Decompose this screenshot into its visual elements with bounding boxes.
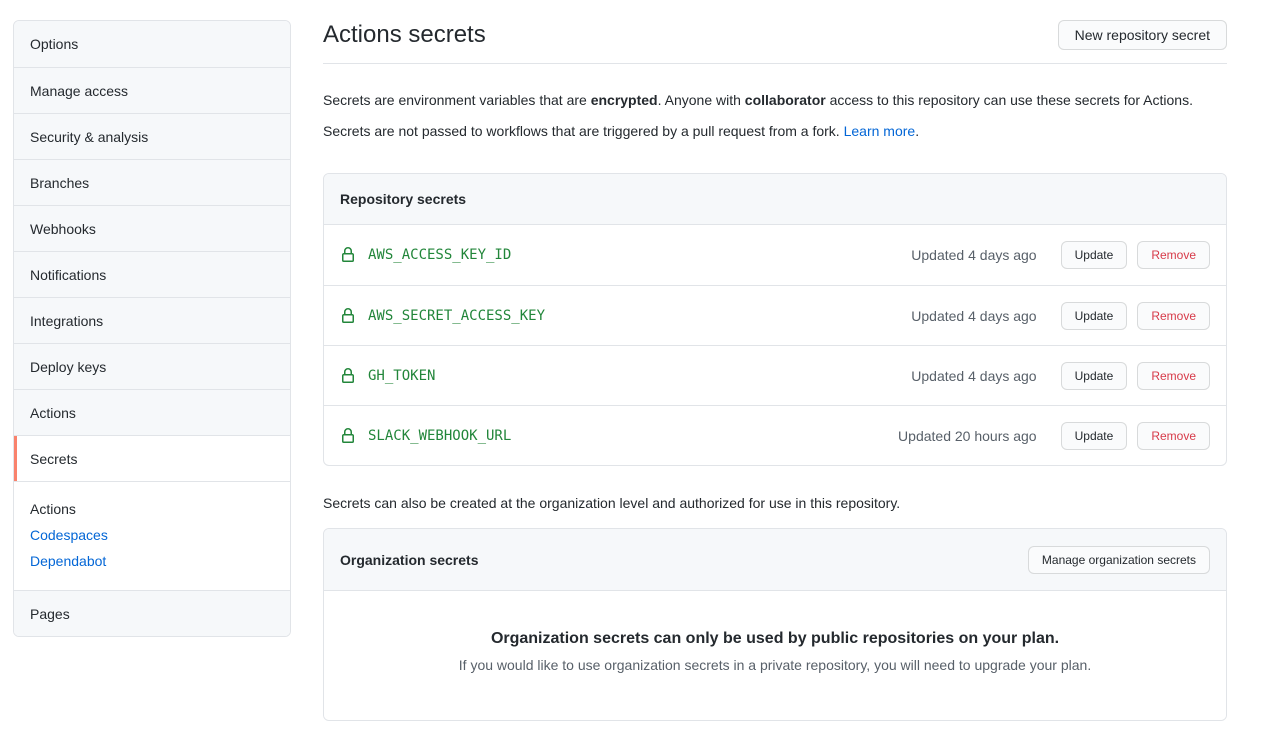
settings-sidebar: OptionsManage accessSecurity & analysisB… [13,20,291,637]
organization-secrets-empty-state: Organization secrets can only be used by… [324,591,1226,720]
sidebar-item-branches[interactable]: Branches [14,159,290,205]
remove-secret-button[interactable]: Remove [1137,241,1210,269]
update-secret-button[interactable]: Update [1061,241,1128,269]
sidebar-item-integrations[interactable]: Integrations [14,297,290,343]
sidebar-subnav-item-codespaces[interactable]: Codespaces [14,522,290,548]
remove-secret-button[interactable]: Remove [1137,302,1210,330]
update-secret-button[interactable]: Update [1061,362,1128,390]
sidebar-subnav: ActionsCodespacesDependabot [14,481,290,590]
manage-organization-secrets-button[interactable]: Manage organization secrets [1028,546,1210,574]
learn-more-link[interactable]: Learn more [844,123,916,139]
sidebar-subnav-item-dependabot[interactable]: Dependabot [14,548,290,574]
repository-secrets-box: Repository secrets AWS_ACCESS_KEY_ID Upd… [323,173,1227,466]
organization-note: Secrets can also be created at the organ… [323,495,1227,511]
sidebar-item-webhooks[interactable]: Webhooks [14,205,290,251]
lock-icon [340,308,356,324]
organization-secrets-box: Organization secrets Manage organization… [323,528,1227,721]
repository-secrets-header: Repository secrets [324,174,1226,225]
sidebar-item-pages[interactable]: Pages [14,590,290,636]
lock-icon [340,368,356,384]
sidebar-item-actions[interactable]: Actions [14,389,290,435]
secret-row-actions: Updated 4 days ago Update Remove [911,362,1210,390]
actions-secrets-panel: Actions secrets New repository secret Se… [323,20,1227,721]
sidebar-item-deploy-keys[interactable]: Deploy keys [14,343,290,389]
secret-row-actions: Updated 4 days ago Update Remove [911,302,1210,330]
page-title: Actions secrets [323,21,486,49]
secret-row-actions: Updated 4 days ago Update Remove [911,241,1210,269]
update-secret-button[interactable]: Update [1061,302,1128,330]
remove-secret-button[interactable]: Remove [1137,422,1210,450]
sidebar-subnav-item-actions[interactable]: Actions [14,496,290,522]
repository-secrets-list: AWS_ACCESS_KEY_ID Updated 4 days ago Upd… [324,225,1226,465]
sidebar-item-secrets[interactable]: Secrets [14,435,290,481]
secret-row: AWS_ACCESS_KEY_ID Updated 4 days ago Upd… [324,225,1226,285]
secret-updated-timestamp: Updated 4 days ago [911,308,1036,324]
secret-row: SLACK_WEBHOOK_URL Updated 20 hours ago U… [324,405,1226,465]
secret-row: AWS_SECRET_ACCESS_KEY Updated 4 days ago… [324,285,1226,345]
secret-row-actions: Updated 20 hours ago Update Remove [898,422,1210,450]
organization-secrets-header: Organization secrets Manage organization… [324,529,1226,591]
remove-secret-button[interactable]: Remove [1137,362,1210,390]
description-line: Secrets are environment variables that a… [323,85,1227,116]
organization-empty-title: Organization secrets can only be used by… [340,630,1210,648]
lock-icon [340,428,356,444]
page-header: Actions secrets New repository secret [323,20,1227,64]
new-repository-secret-button[interactable]: New repository secret [1058,20,1227,50]
secret-updated-timestamp: Updated 20 hours ago [898,428,1037,444]
secrets-description: Secrets are environment variables that a… [323,85,1227,147]
secret-name[interactable]: AWS_SECRET_ACCESS_KEY [368,308,545,324]
secret-name[interactable]: GH_TOKEN [368,368,435,384]
sidebar-item-notifications[interactable]: Notifications [14,251,290,297]
organization-empty-subtitle: If you would like to use organization se… [340,657,1210,673]
secret-updated-timestamp: Updated 4 days ago [911,247,1036,263]
secret-name[interactable]: SLACK_WEBHOOK_URL [368,428,511,444]
secret-name[interactable]: AWS_ACCESS_KEY_ID [368,247,511,263]
sidebar-item-security-analysis[interactable]: Security & analysis [14,113,290,159]
secret-row: GH_TOKEN Updated 4 days ago Update Remov… [324,345,1226,405]
sidebar-item-options[interactable]: Options [14,21,290,67]
repository-secrets-title: Repository secrets [340,191,466,207]
sidebar-item-manage-access[interactable]: Manage access [14,67,290,113]
description-line: Secrets are not passed to workflows that… [323,116,1227,147]
sidebar-items: OptionsManage accessSecurity & analysisB… [14,21,290,481]
lock-icon [340,247,356,263]
update-secret-button[interactable]: Update [1061,422,1128,450]
organization-secrets-title: Organization secrets [340,552,479,568]
secret-updated-timestamp: Updated 4 days ago [911,368,1036,384]
